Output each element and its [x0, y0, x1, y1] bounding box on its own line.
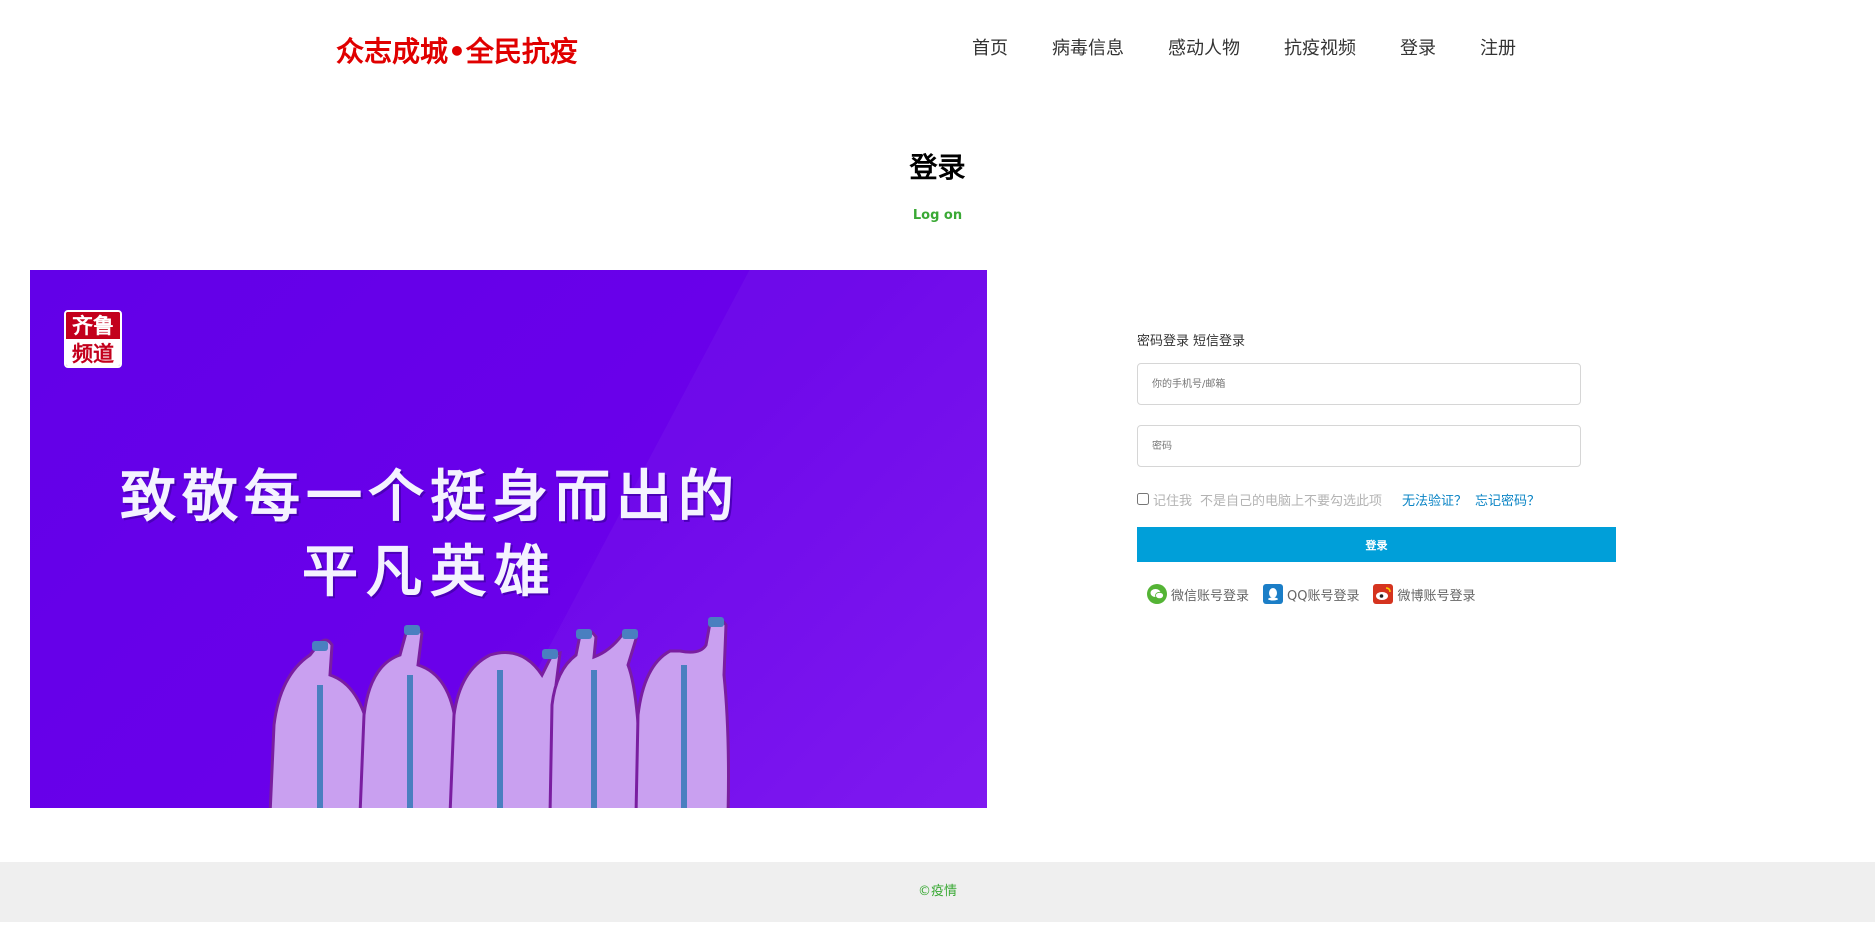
- qq-login-label: QQ账号登录: [1287, 588, 1360, 604]
- weibo-login-label: 微博账号登录: [1397, 588, 1476, 604]
- badge-line1: 齐鲁: [72, 314, 114, 338]
- tab-sms-login[interactable]: 短信登录: [1193, 334, 1245, 349]
- cannot-verify-link[interactable]: 无法验证？: [1402, 490, 1467, 509]
- wechat-login-button[interactable]: 微信账号登录: [1147, 584, 1249, 604]
- account-input[interactable]: [1137, 363, 1581, 405]
- nav-register[interactable]: 注册: [1480, 34, 1516, 60]
- forgot-password-link[interactable]: 忘记密码？: [1475, 490, 1540, 509]
- remember-hint: 不是自己的电脑上不要勾选此项: [1200, 493, 1383, 509]
- remember-me-checkbox[interactable]: [1137, 493, 1149, 505]
- site-logo[interactable]: 众志成城•全民抗疫: [336, 30, 578, 70]
- nav-touching-people[interactable]: 感动人物: [1168, 34, 1240, 60]
- wechat-login-label: 微信账号登录: [1171, 588, 1250, 604]
- nav-virus-info[interactable]: 病毒信息: [1052, 34, 1124, 60]
- main-nav: 首页 病毒信息 感动人物 抗疫视频 登录 注册: [972, 34, 1560, 60]
- wechat-icon: [1147, 584, 1167, 604]
- weibo-icon: [1373, 584, 1394, 604]
- login-method-tabs: 密码登录 短信登录: [1137, 330, 1617, 349]
- qq-icon: [1263, 584, 1284, 604]
- nav-login[interactable]: 登录: [1400, 34, 1436, 60]
- tab-password-login[interactable]: 密码登录: [1137, 334, 1189, 349]
- page-heading: 登录 Log on: [0, 146, 1875, 223]
- badge-line2: 频道: [72, 342, 114, 366]
- banner-headline-line2: 平凡英雄: [302, 539, 558, 605]
- qq-login-button[interactable]: QQ账号登录: [1263, 584, 1359, 604]
- site-header: 众志成城•全民抗疫 首页 病毒信息 感动人物 抗疫视频 登录 注册: [0, 0, 1875, 92]
- login-options: 记住我 不是自己的电脑上不要勾选此项 无法验证？ 忘记密码？: [1137, 489, 1617, 509]
- banner-headline: 致敬每一个挺身而出的 平凡英雄: [30, 462, 830, 612]
- channel-badge-logo: 齐鲁 频道: [64, 310, 122, 368]
- footer-copyright: ©疫情: [917, 884, 957, 899]
- nav-videos[interactable]: 抗疫视频: [1284, 34, 1356, 60]
- medical-workers-illustration: [268, 617, 730, 808]
- password-input[interactable]: [1137, 425, 1581, 467]
- page-title: 登录: [909, 151, 966, 184]
- site-footer: ©疫情: [0, 862, 1875, 922]
- hero-banner-image: 齐鲁 频道 致敬每一个挺身而出的 平凡英雄: [30, 270, 987, 808]
- login-form: 密码登录短信登录 记住我 不是自己的电脑上不要勾选此项 无法验证？ 忘记密码？ …: [1137, 330, 1617, 604]
- social-login: 微信账号登录 QQ账号登录 微博账号登录: [1137, 584, 1617, 604]
- login-button[interactable]: 登录: [1137, 527, 1616, 562]
- nav-home[interactable]: 首页: [972, 34, 1008, 60]
- remember-me-label[interactable]: 记住我: [1153, 490, 1192, 509]
- page-subtitle: Log on: [912, 208, 963, 223]
- banner-headline-line1: 致敬每一个挺身而出的: [120, 464, 740, 530]
- weibo-login-button[interactable]: 微博账号登录: [1373, 584, 1476, 604]
